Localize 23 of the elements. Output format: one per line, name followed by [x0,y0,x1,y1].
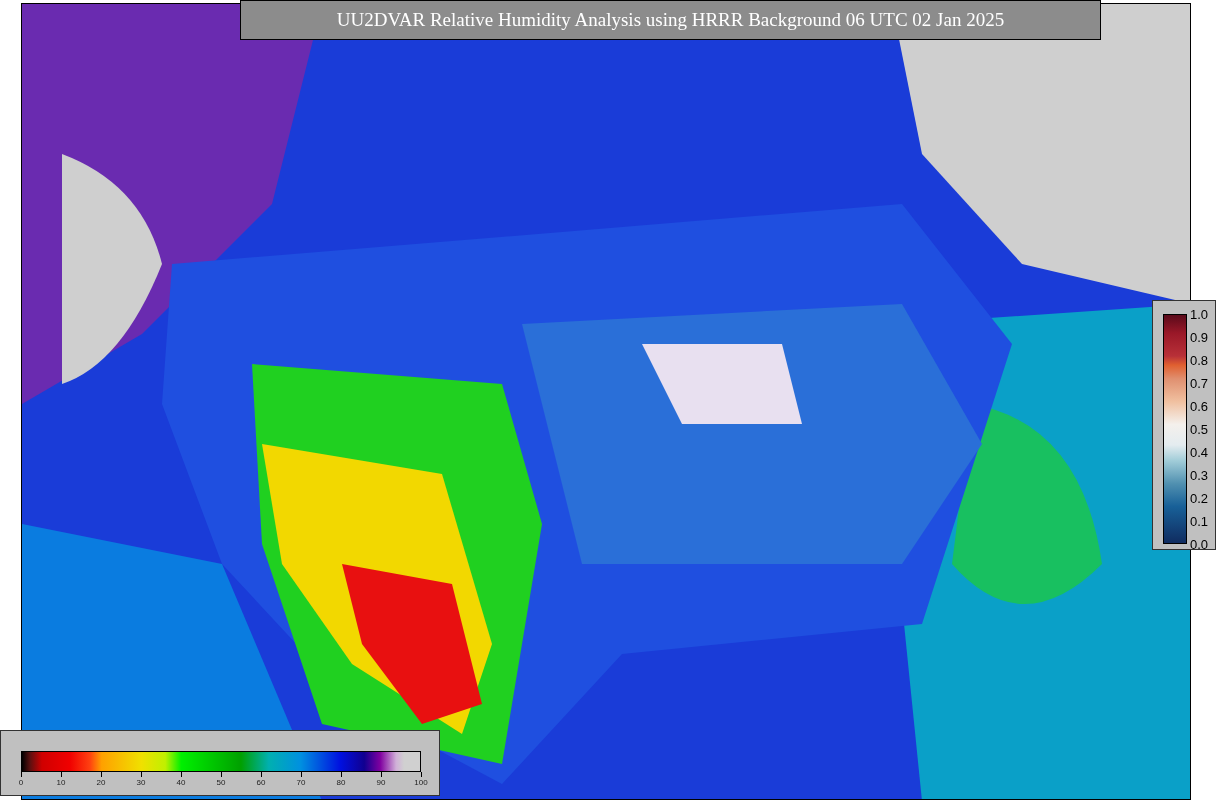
scale-label: 0.7 [1190,375,1209,391]
scale-label: 0.6 [1190,398,1209,414]
scale-label: 0.2 [1190,490,1209,506]
scale-label: 20 [96,778,106,788]
scale-label: 0.5 [1190,421,1209,437]
scale-label: 0 [18,778,24,788]
scale-label: 40 [176,778,186,788]
scale-label: 10 [56,778,66,788]
scale-label: 1.0 [1190,306,1209,322]
scale-label: 30 [136,778,146,788]
scale-label: 60 [256,778,266,788]
scale-label: 0.3 [1190,467,1209,483]
scale-label: 100 [414,778,428,788]
scale-label: 90 [376,778,386,788]
scale-label: 0.4 [1190,444,1209,460]
map-title: UU2DVAR Relative Humidity Analysis using HRRR Background 06 UTC 02 Jan 2025 [240,0,1101,40]
scale-label: 0.9 [1190,329,1209,345]
scale-label: 0.1 [1190,513,1209,529]
scale-label: 0.8 [1190,352,1209,368]
scale-label: 0.0 [1190,536,1209,552]
scale-label: 50 [216,778,226,788]
scale-label: 80 [336,778,346,788]
scale-label: 70 [296,778,306,788]
